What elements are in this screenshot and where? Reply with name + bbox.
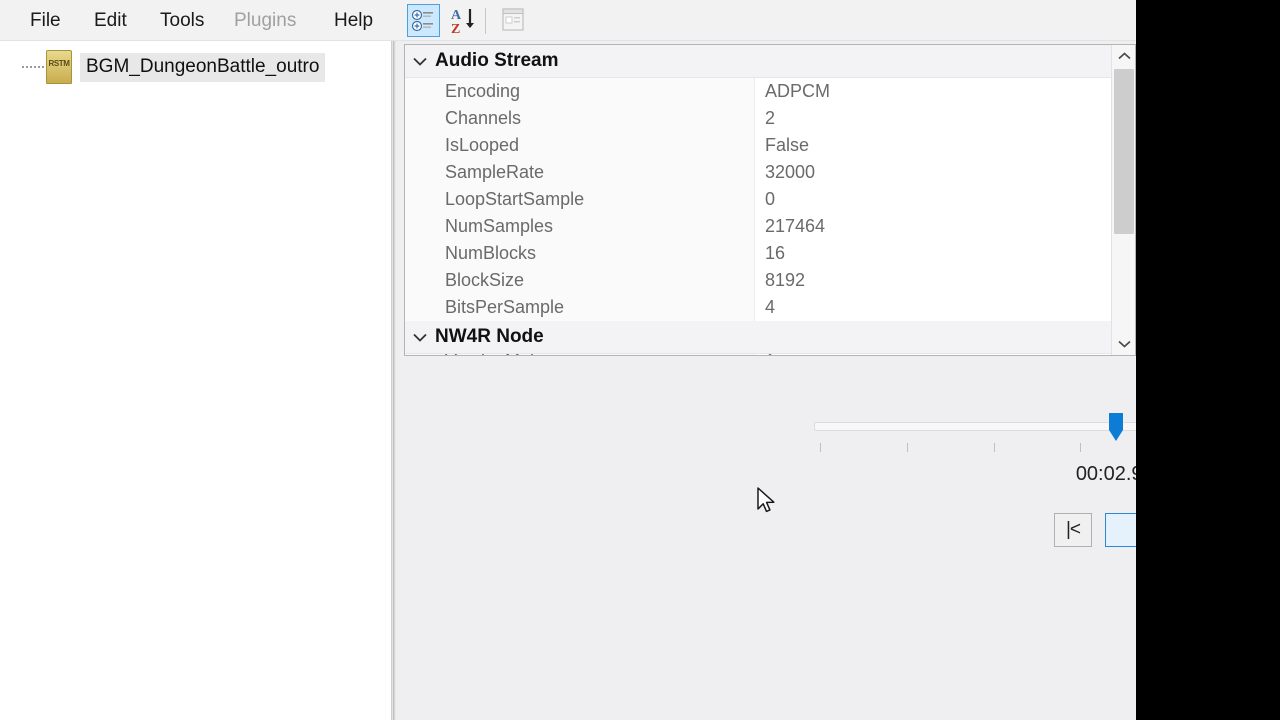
rstm-editor-window: File Edit Tools Plugins Help A Z RSTM BG… bbox=[0, 0, 1136, 720]
property-name: BitsPerSample bbox=[405, 294, 755, 321]
property-row[interactable]: NumSamples 217464 bbox=[405, 213, 1111, 240]
property-value[interactable]: ADPCM bbox=[755, 78, 1111, 105]
property-name: BlockSize bbox=[405, 267, 755, 294]
tree-item-label: BGM_DungeonBattle_outro bbox=[80, 52, 326, 82]
property-row[interactable]: VersionMajor 1 bbox=[405, 354, 1111, 355]
file-tree-panel[interactable]: BGM_DungeonBattle_outro bbox=[0, 41, 392, 720]
property-grid-rows: Audio Stream Encoding ADPCM Channels 2 I… bbox=[405, 45, 1111, 355]
property-row[interactable]: Encoding ADPCM bbox=[405, 78, 1111, 105]
property-name: Encoding bbox=[405, 78, 755, 105]
property-name: NumSamples bbox=[405, 213, 755, 240]
scroll-up-icon[interactable] bbox=[1112, 45, 1135, 67]
property-row[interactable]: IsLooped False bbox=[405, 132, 1111, 159]
categorized-view-icon bbox=[408, 5, 439, 41]
property-category-label: Audio Stream bbox=[435, 50, 559, 71]
property-category-audio-stream[interactable]: Audio Stream bbox=[405, 45, 1111, 78]
playback-time-display: 00:02.90 / 00:06.79 bbox=[1075, 463, 1136, 485]
menu-item-edit[interactable]: Edit bbox=[86, 7, 135, 35]
alphabetical-sort-button[interactable]: A Z bbox=[447, 4, 480, 37]
property-value[interactable]: 0 bbox=[755, 186, 1111, 213]
toolbar-separator bbox=[485, 8, 486, 34]
rewind-to-start-button[interactable]: |< bbox=[1054, 513, 1092, 547]
alphabetical-sort-icon: A Z bbox=[451, 8, 474, 37]
property-value[interactable]: 217464 bbox=[755, 213, 1111, 240]
property-name: VersionMajor bbox=[405, 354, 755, 355]
property-category-nw4r-node[interactable]: NW4R Node bbox=[405, 321, 1111, 354]
property-row[interactable]: NumBlocks 16 bbox=[405, 240, 1111, 267]
timeline-ticks bbox=[814, 443, 1136, 453]
property-value[interactable]: 8192 bbox=[755, 267, 1111, 294]
property-pages-button bbox=[497, 4, 530, 37]
rstm-file-icon bbox=[46, 50, 72, 84]
menu-bar: File Edit Tools Plugins Help A Z bbox=[0, 0, 1136, 41]
menu-item-plugins: Plugins bbox=[234, 10, 297, 31]
svg-text:Z: Z bbox=[451, 22, 460, 37]
property-name: Channels bbox=[405, 105, 755, 132]
property-pages-icon bbox=[502, 8, 524, 31]
property-row[interactable]: BlockSize 8192 bbox=[405, 267, 1111, 294]
property-value[interactable]: 4 bbox=[755, 294, 1111, 321]
property-value[interactable]: 16 bbox=[755, 240, 1111, 267]
property-value[interactable]: 1 bbox=[755, 354, 1111, 355]
property-grid-scrollbar[interactable] bbox=[1111, 45, 1135, 355]
property-grid[interactable]: Audio Stream Encoding ADPCM Channels 2 I… bbox=[404, 44, 1136, 356]
property-category-label: NW4R Node bbox=[435, 326, 544, 347]
editor-pane: Audio Stream Encoding ADPCM Channels 2 I… bbox=[396, 41, 1136, 720]
timeline-slider-thumb[interactable] bbox=[1104, 413, 1128, 443]
categorized-view-button[interactable] bbox=[407, 4, 440, 37]
scroll-down-icon[interactable] bbox=[1112, 333, 1135, 355]
property-name: SampleRate bbox=[405, 159, 755, 186]
menu-item-file[interactable]: File bbox=[22, 7, 69, 35]
chevron-down-icon[interactable] bbox=[405, 321, 435, 354]
menu-item-tools[interactable]: Tools bbox=[152, 7, 212, 35]
scrollbar-thumb[interactable] bbox=[1114, 69, 1134, 234]
tree-item-rstm[interactable]: BGM_DungeonBattle_outro bbox=[22, 50, 326, 84]
property-row[interactable]: Channels 2 bbox=[405, 105, 1111, 132]
chevron-down-icon[interactable] bbox=[405, 45, 435, 78]
timeline-slider-track[interactable] bbox=[814, 422, 1136, 431]
property-value[interactable]: 2 bbox=[755, 105, 1111, 132]
property-name: IsLooped bbox=[405, 132, 755, 159]
property-row[interactable]: BitsPerSample 4 bbox=[405, 294, 1111, 321]
svg-text:A: A bbox=[451, 8, 462, 23]
tree-connector-line bbox=[22, 66, 44, 68]
stop-button[interactable]: Stop bbox=[1105, 513, 1136, 547]
property-value[interactable]: 32000 bbox=[755, 159, 1111, 186]
property-row[interactable]: SampleRate 32000 bbox=[405, 159, 1111, 186]
property-name: LoopStartSample bbox=[405, 186, 755, 213]
property-value[interactable]: False bbox=[755, 132, 1111, 159]
property-name: NumBlocks bbox=[405, 240, 755, 267]
menu-item-help[interactable]: Help bbox=[326, 7, 381, 35]
property-row[interactable]: LoopStartSample 0 bbox=[405, 186, 1111, 213]
